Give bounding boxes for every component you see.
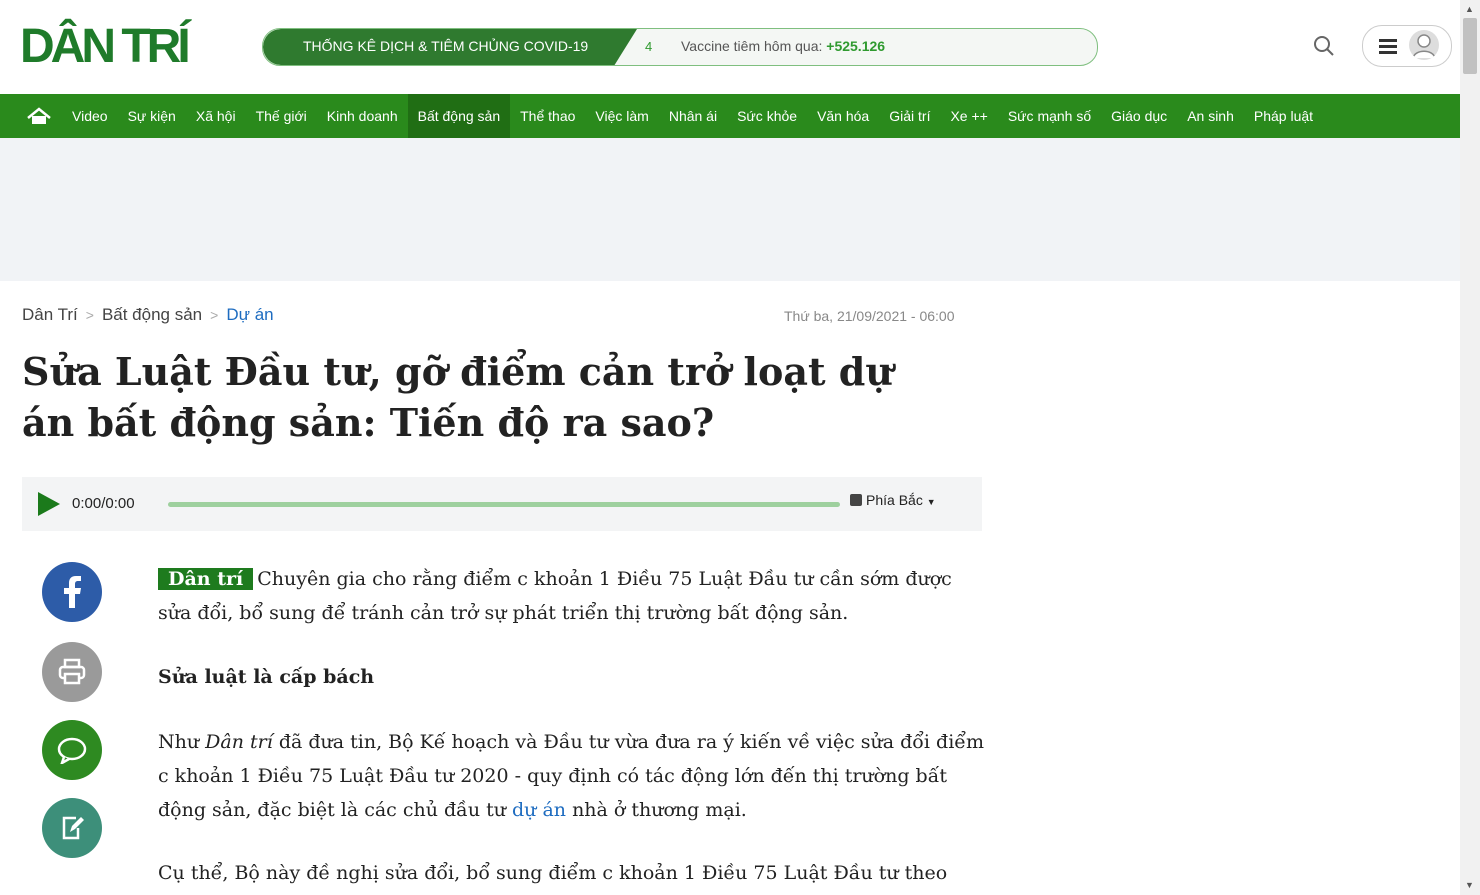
nav-item[interactable]: Bất động sản <box>407 94 511 138</box>
article-subheading: Sửa luật là cấp bách <box>158 666 375 688</box>
print-icon <box>58 658 86 685</box>
user-menu-button[interactable] <box>1362 25 1452 67</box>
covid-stats-title: THỐNG KÊ DỊCH & TIÊM CHỦNG COVID-19 <box>303 38 589 54</box>
facebook-share-button[interactable] <box>42 562 102 622</box>
nav-item[interactable]: Xe ++ <box>940 94 997 138</box>
article-title: Sửa Luật Đầu tư, gỡ điểm cản trở loạt dự… <box>22 349 893 445</box>
audio-player: 0:00/0:00 Phía Bắc ▼ <box>22 477 982 531</box>
paragraph-text: nhà ở thương mại. <box>566 799 747 821</box>
play-icon[interactable] <box>38 492 60 516</box>
breadcrumb-sub[interactable]: Dự án <box>226 305 273 324</box>
article-sapo: Dân trí Chuyên gia cho rằng điểm c khoản … <box>158 562 988 630</box>
nav-item[interactable]: Thể thao <box>510 94 585 138</box>
inline-link[interactable]: dự án <box>512 799 566 821</box>
nav-item[interactable]: Video <box>62 94 118 138</box>
article-paragraph: Cụ thể, Bộ này đề nghị sửa đổi, bổ sung … <box>158 862 948 884</box>
ad-banner-area <box>0 138 1460 281</box>
paragraph-text: Như <box>158 731 206 753</box>
breadcrumb-section[interactable]: Bất động sản <box>102 305 202 324</box>
breadcrumb-home[interactable]: Dân Trí <box>22 305 78 324</box>
home-icon[interactable] <box>24 94 54 138</box>
nav-item[interactable]: An sinh <box>1177 94 1244 138</box>
nav-item[interactable]: Giáo dục <box>1101 94 1177 138</box>
comment-button[interactable] <box>42 720 102 780</box>
chevron-down-icon: ▼ <box>926 497 936 507</box>
vaccine-label: Vaccine tiêm hôm qua: <box>681 38 827 54</box>
vaccine-stat: Vaccine tiêm hôm qua: +525.126 <box>681 38 885 54</box>
edit-icon <box>62 816 84 840</box>
voice-label: Phía Bắc <box>866 492 923 508</box>
comment-icon <box>57 737 87 764</box>
paragraph-italic: Dân trí <box>205 731 273 753</box>
main-nav: Video Sự kiện Xã hội Thế giới Kinh doanh Bất … <box>0 94 1460 138</box>
chevron-right-icon: > <box>85 307 94 323</box>
nav-item[interactable]: Văn hóa <box>807 94 879 138</box>
chevron-right-icon: > <box>210 307 219 323</box>
source-badge: Dân trí <box>158 568 254 590</box>
vaccine-value: +525.126 <box>826 38 886 54</box>
scrollbar-thumb[interactable] <box>1463 18 1477 74</box>
avatar-icon <box>1409 30 1439 60</box>
voice-select[interactable]: Phía Bắc ▼ <box>850 492 962 516</box>
nav-item[interactable]: Sự kiện <box>118 94 186 138</box>
covid-stats-banner[interactable]: THỐNG KÊ DỊCH & TIÊM CHỦNG COVID-19 4 Va… <box>262 28 1098 66</box>
nav-item[interactable]: Pháp luật <box>1244 94 1323 138</box>
speaker-icon <box>850 494 862 506</box>
nav-item[interactable]: Sức mạnh số <box>998 94 1101 138</box>
facebook-icon <box>64 576 81 608</box>
nav-item[interactable]: Xã hội <box>186 94 246 138</box>
nav-item[interactable]: Nhân ái <box>659 94 727 138</box>
scroll-down-icon[interactable]: ▼ <box>1465 880 1474 890</box>
nav-item[interactable]: Kinh doanh <box>317 94 408 138</box>
scrollbar[interactable]: ▲ ▼ <box>1460 0 1480 895</box>
print-button[interactable] <box>42 642 102 702</box>
search-icon[interactable] <box>1312 34 1336 58</box>
site-logo[interactable]: DÂN TRÍ <box>20 23 191 71</box>
sapo-text: Chuyên gia cho rằng điểm c khoản 1 Điều … <box>158 568 952 624</box>
hamburger-icon <box>1379 39 1397 57</box>
covid-case-count: 4 <box>645 39 653 54</box>
audio-progress-bar[interactable] <box>168 502 840 507</box>
scroll-up-icon[interactable]: ▲ <box>1465 4 1474 14</box>
site-header: DÂN TRÍ THỐNG KÊ DỊCH & TIÊM CHỦNG COVID… <box>0 0 1460 94</box>
nav-item[interactable]: Việc làm <box>585 94 658 138</box>
feedback-button[interactable] <box>42 798 102 858</box>
breadcrumb: Dân Trí > Bất động sản > Dự án <box>22 305 274 325</box>
nav-item[interactable]: Thế giới <box>246 94 317 138</box>
nav-item[interactable]: Sức khỏe <box>727 94 807 138</box>
audio-time: 0:00/0:00 <box>72 495 135 512</box>
article-paragraph: Như Dân trí đã đưa tin, Bộ Kế hoạch và Đ… <box>158 725 988 827</box>
nav-item[interactable]: Giải trí <box>879 94 940 138</box>
publish-date: Thứ ba, 21/09/2021 - 06:00 <box>784 308 955 324</box>
